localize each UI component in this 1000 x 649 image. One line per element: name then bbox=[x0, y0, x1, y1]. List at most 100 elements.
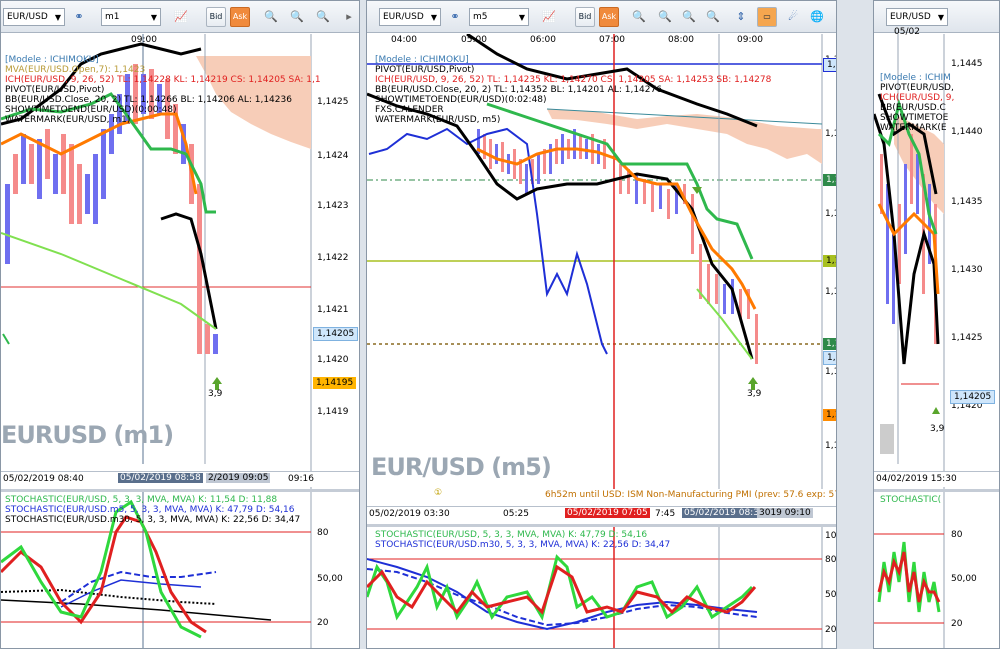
symbol-selector[interactable]: EUR/USD ▼ bbox=[379, 8, 441, 26]
zoom-fit-icon[interactable]: 🔍 bbox=[681, 9, 697, 25]
x-tick: 05/02/2019 08:40 bbox=[3, 474, 84, 484]
zoom-select-icon[interactable]: 🔍 bbox=[705, 9, 721, 25]
y-tick: 20 bbox=[825, 625, 837, 635]
chart-window-m1: EUR/USD ▼ ⚭ m1 ▼ 📈 Bid Ask 🔍 🔍 🔍 ▸ [Modele… bbox=[0, 0, 360, 649]
legend-line: WATERMARK(EUR/USD, m1) bbox=[5, 115, 131, 125]
price-tag: 1,14195 bbox=[313, 377, 357, 389]
legend-line: SHOWTIMETOEND(EUR/USD)(0:02:48) bbox=[375, 95, 547, 105]
y-tick: 1,1440 bbox=[951, 127, 983, 137]
price-tag: 1,14268 bbox=[823, 255, 836, 267]
y-tick: 100 bbox=[825, 531, 837, 541]
stochastic-legend: STOCHASTIC(EUR/USD, 5, 3, 3, MVA, MVA) K… bbox=[5, 495, 300, 525]
symbol-value: EUR/USD bbox=[890, 12, 931, 22]
chevron-down-icon: ▼ bbox=[430, 13, 437, 22]
stochastic-panel[interactable]: STOCHASTIC( 80 50,00 20 bbox=[874, 489, 999, 648]
calendar-icon[interactable]: ① bbox=[434, 488, 442, 498]
legend-line: MVA(EUR/USD.Open,7): 1,1423 bbox=[5, 65, 146, 75]
price-tag: 1,14205 bbox=[823, 351, 836, 365]
globe-icon[interactable]: 🌐 bbox=[809, 9, 825, 25]
y-tick: 20 bbox=[317, 618, 329, 628]
y-tick: 80 bbox=[317, 528, 329, 538]
zoom-in-icon[interactable]: 🔍 bbox=[263, 9, 279, 25]
timeframe-selector[interactable]: m5 ▼ bbox=[469, 8, 529, 26]
bid-button[interactable]: Bid bbox=[206, 7, 226, 27]
legend-line: PIVOT(EUR/USD,Pivot) bbox=[5, 85, 105, 95]
y-tick: 1,1445 bbox=[951, 59, 983, 69]
y-tick: 1,1420 bbox=[825, 367, 836, 377]
indicator-legend: [Modele : ICHIMOKU] MVA(EUR/USD.Open,7):… bbox=[5, 55, 321, 125]
stochastic-panel[interactable]: STOCHASTIC(EUR/USD, 5, 3, 3, MVA, MVA) K… bbox=[1, 489, 359, 648]
stochastic-panel[interactable]: STOCHASTIC(EUR/USD, 5, 3, 3, MVA, MVA) K… bbox=[367, 524, 837, 648]
chart-toolbar: EUR/USD ▼ ⚭ m5 ▼ 📈 Bid Ask 🔍 🔍 🔍 🔍 ⇕ ▭ ☄ 🌐 bbox=[367, 1, 836, 33]
time-label: 05:00 bbox=[461, 35, 487, 45]
stochastic-legend: STOCHASTIC(EUR/USD, 5, 3, 3, MVA, MVA) K… bbox=[375, 530, 670, 550]
legend-line: FXS.CALENDER bbox=[375, 105, 444, 115]
y-tick: 80 bbox=[951, 530, 963, 540]
zoom-fit-icon[interactable]: 🔍 bbox=[315, 9, 331, 25]
scroll-right-icon[interactable]: ▸ bbox=[341, 9, 357, 25]
stochastic-chart bbox=[874, 492, 945, 648]
chart-type-icon[interactable]: 📈 bbox=[541, 9, 557, 25]
chevron-down-icon: ▼ bbox=[937, 13, 944, 22]
time-label: 08:00 bbox=[668, 35, 694, 45]
x-tick: 05/02/2019 03:30 bbox=[369, 509, 450, 519]
x-tick-highlight: 3019 09:10 bbox=[757, 508, 813, 518]
ask-button[interactable]: Ask bbox=[599, 7, 619, 27]
link-icon[interactable]: ⚭ bbox=[71, 9, 87, 25]
y-tick: 1,1435 bbox=[951, 197, 983, 207]
price-tag: 1,14205 bbox=[313, 327, 359, 341]
time-label: 05/02 bbox=[894, 27, 920, 37]
legend-line: SHOWTIMETOEND(EUR/USD)(0:00:48) bbox=[5, 105, 177, 115]
bid-button[interactable]: Bid bbox=[575, 7, 595, 27]
link-icon[interactable]: ⚭ bbox=[447, 9, 463, 25]
cursor-icon[interactable]: ⇕ bbox=[733, 9, 749, 25]
zoom-out-icon[interactable]: 🔍 bbox=[289, 9, 305, 25]
chart-window-m30: EUR/USD ▼ 05/02 [Modele : ICHIM PIVOT(EUR… bbox=[873, 0, 1000, 649]
y-tick: 1,1425 bbox=[951, 333, 983, 343]
time-axis: 04/02/2019 15:30 bbox=[874, 471, 999, 487]
time-axis: 05/02/2019 08:40 05/02/2019 08:58 2/2019… bbox=[1, 471, 359, 487]
x-tick: 7:45 bbox=[655, 509, 676, 519]
arrow-label: 3,9 bbox=[208, 389, 223, 399]
legend-line: STOCHASTIC(EUR/USD.m30, 5, 3, 3, MVA, MV… bbox=[5, 515, 301, 525]
legend-line: BB(EUR/USD.Close, 20, 2) TL: 1,14266 BL:… bbox=[5, 95, 292, 105]
symbol-value: EUR/USD bbox=[383, 12, 424, 22]
zoom-out-icon[interactable]: 🔍 bbox=[657, 9, 673, 25]
y-tick: 1,1422 bbox=[317, 253, 349, 263]
legend-line: [Modele : ICHIMOKU] bbox=[375, 55, 469, 65]
legend-line: [Modele : ICHIMOKU] bbox=[5, 55, 99, 65]
time-label: 09:00 bbox=[737, 35, 763, 45]
legend-line: PIVOT(EUR/USD,Pivot) bbox=[375, 65, 475, 75]
y-tick: 1,1430 bbox=[951, 265, 983, 275]
y-tick: 80 bbox=[825, 555, 837, 565]
y-tick: 1,1423 bbox=[317, 201, 349, 211]
y-tick: 1,1425 bbox=[317, 97, 349, 107]
y-tick: 50,00 bbox=[317, 574, 343, 584]
symbol-selector[interactable]: EUR/USD ▼ bbox=[886, 8, 948, 26]
price-tag: 1,14325 bbox=[823, 174, 836, 186]
trend-icon[interactable]: ☄ bbox=[785, 9, 801, 25]
chikou-line bbox=[368, 127, 608, 355]
ask-button[interactable]: Ask bbox=[230, 7, 250, 27]
chart-type-icon[interactable]: 📈 bbox=[173, 9, 189, 25]
y-tick: 1,1415 bbox=[825, 441, 836, 451]
timeframe-value: m1 bbox=[105, 12, 120, 22]
legend-line: ICH(EUR/USD, 9, 26, 52) TL: 1,14235 KL: … bbox=[375, 75, 772, 85]
zoom-in-icon[interactable]: 🔍 bbox=[631, 9, 647, 25]
timeframe-selector[interactable]: m1 ▼ bbox=[101, 8, 161, 26]
symbol-selector[interactable]: EUR/USD ▼ bbox=[3, 8, 65, 26]
y-tick: 1,1421 bbox=[317, 305, 349, 315]
price-tag: 1,14220 bbox=[823, 338, 836, 350]
chart-toolbar: EUR/USD ▼ bbox=[874, 1, 999, 33]
price-tag: 1,14396 bbox=[823, 58, 836, 72]
crosshair-toggle[interactable]: ▭ bbox=[757, 7, 777, 27]
chevron-down-icon: ▼ bbox=[518, 13, 525, 22]
watermark: EURUSD (m1) bbox=[1, 421, 174, 449]
arrow-up-icon bbox=[932, 407, 940, 414]
x-tick-highlight: 2/2019 09:05 bbox=[206, 473, 271, 483]
y-tick: 50,00 bbox=[825, 590, 837, 600]
tenkan-line bbox=[476, 147, 757, 310]
y-tick: 1,1425 bbox=[825, 287, 836, 297]
time-label: 04:00 bbox=[391, 35, 417, 45]
y-tick: 20 bbox=[951, 619, 963, 629]
